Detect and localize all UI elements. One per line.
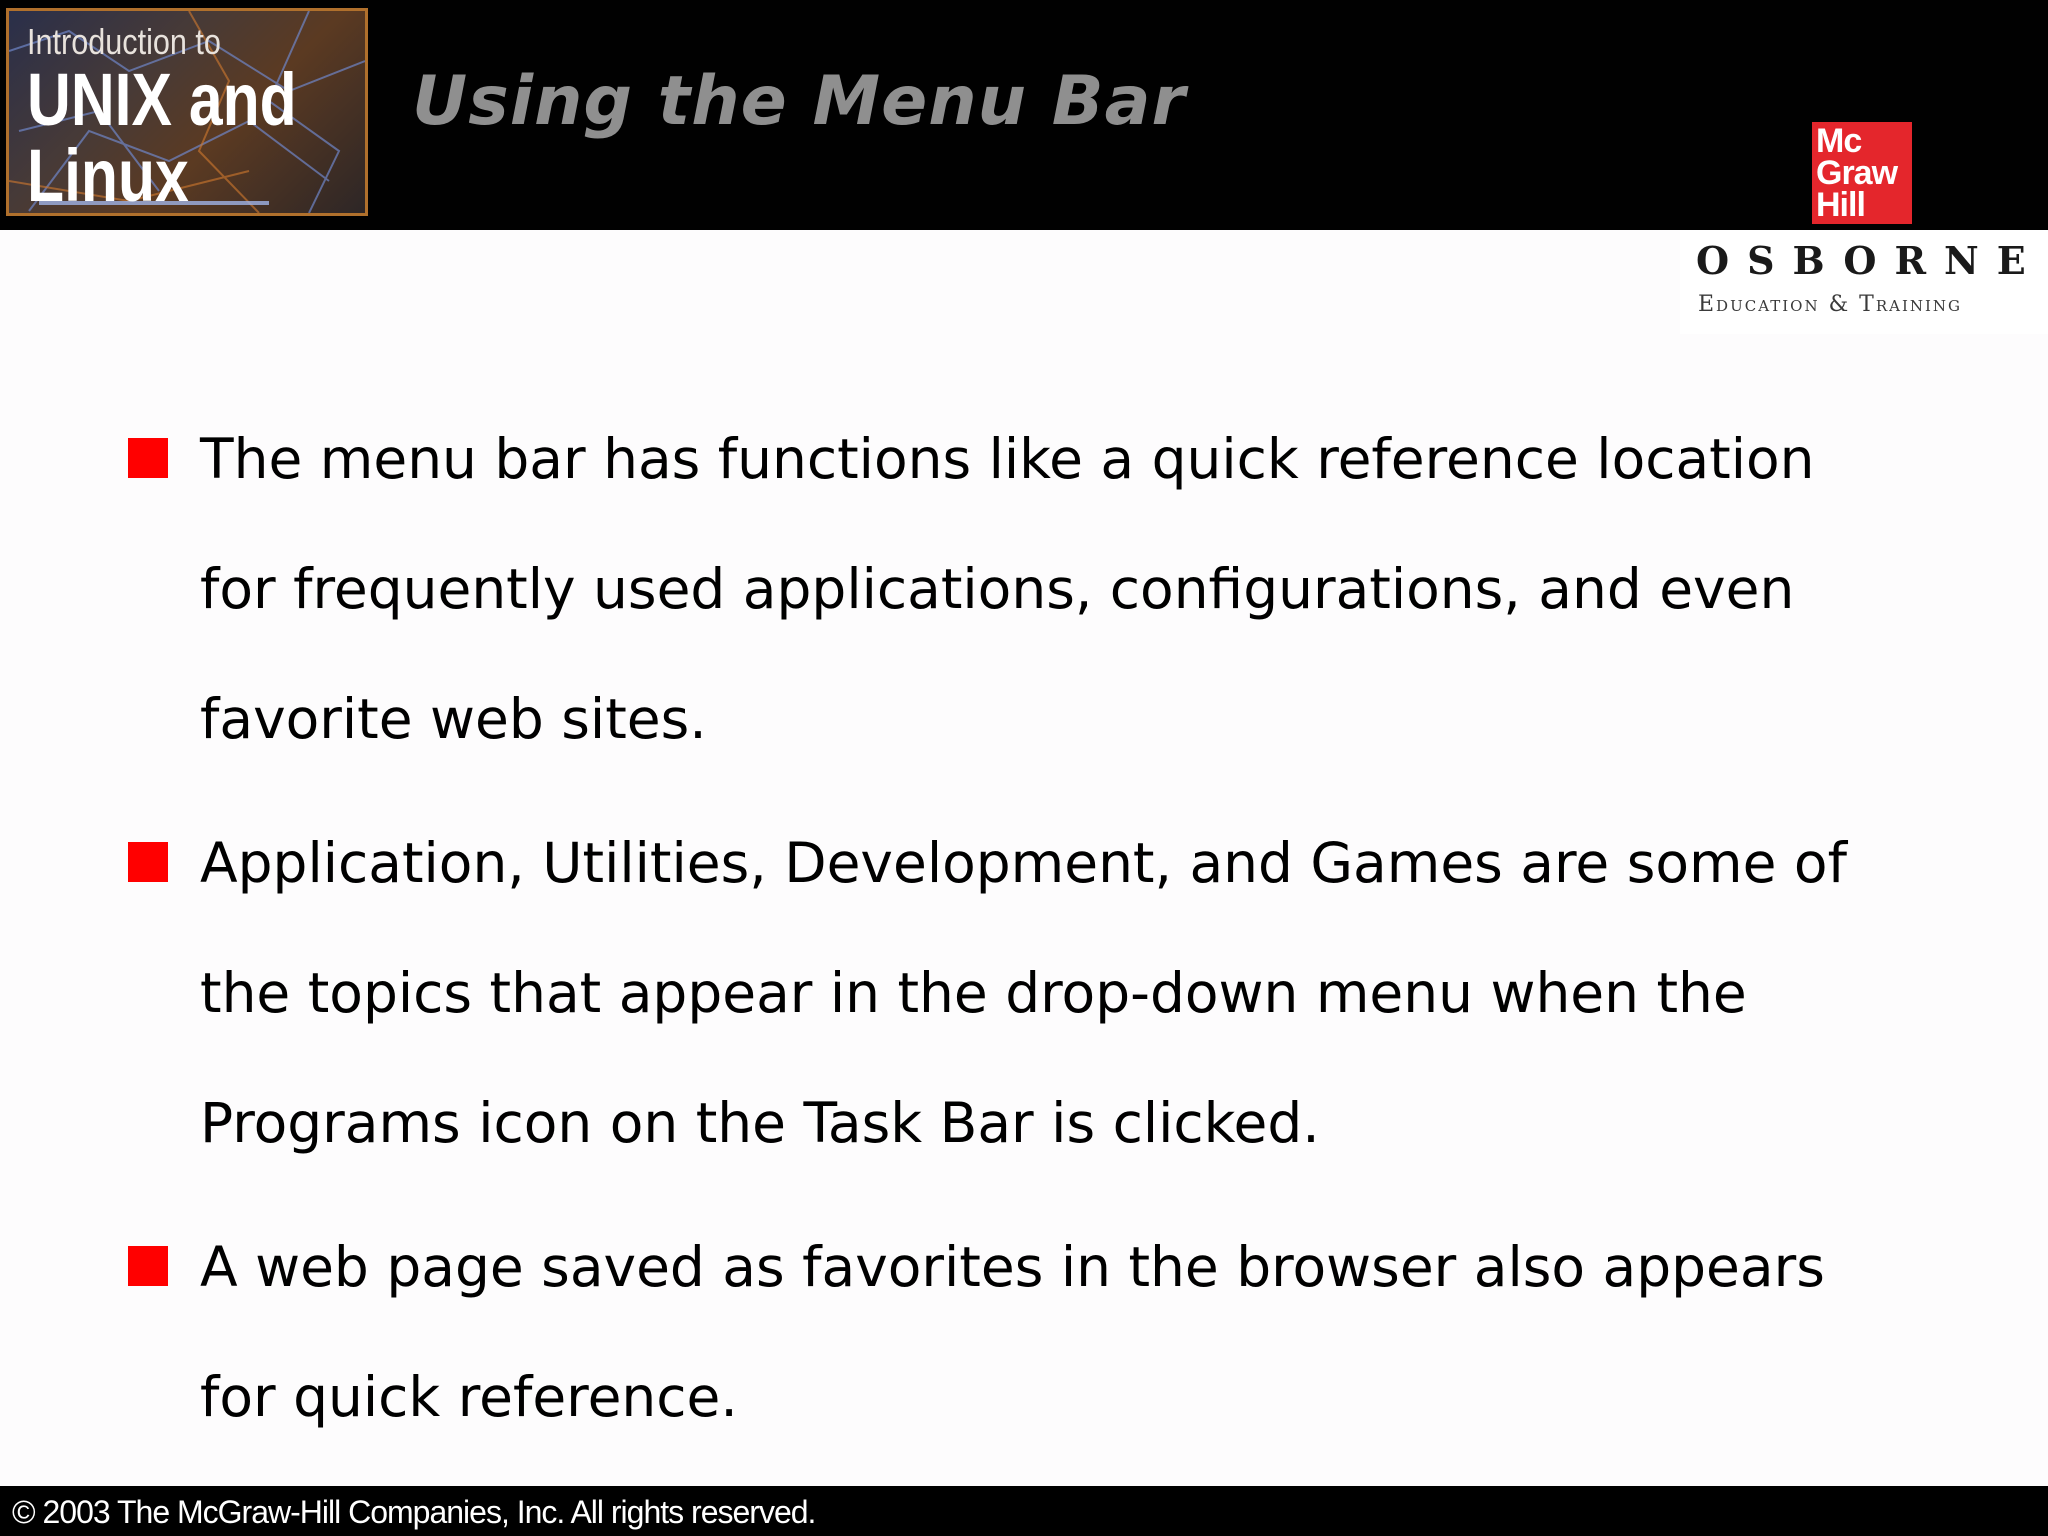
osborne-logo: OSBORNE Education & Training (1680, 230, 2048, 334)
bullet-text-line: The menu bar has functions like a quick … (200, 427, 1815, 491)
bullet-text-line: the topics that appear in the drop-down … (200, 961, 1747, 1025)
bullet-text-line: Application, Utilities, Development, and… (200, 831, 1847, 895)
book-cover-logo: Introduction to UNIX and Linux (6, 8, 368, 216)
book-logo-line-1: Introduction to (27, 21, 221, 62)
bullet-marker-icon (128, 438, 168, 478)
bullet-marker-icon (128, 1246, 168, 1286)
book-logo-line-2: UNIX and (27, 58, 297, 141)
badge-line-1: Mc (1816, 122, 1862, 160)
header-bar: Introduction to UNIX and Linux Using the… (0, 0, 2048, 230)
osborne-imprint-tagline: Education & Training (1698, 292, 1963, 317)
footer-bar: © 2003 The McGraw-Hill Companies, Inc. A… (0, 1486, 2048, 1536)
badge-line-3: Hill (1816, 186, 1866, 224)
copyright-notice: © 2003 The McGraw-Hill Companies, Inc. A… (12, 1494, 816, 1530)
bullet-text-line: for frequently used applications, config… (200, 557, 1795, 621)
bullet-text-line: Programs icon on the Task Bar is clicked… (200, 1091, 1320, 1155)
mcgraw-hill-badge: Mc Graw Hill (1812, 122, 1912, 224)
osborne-imprint-name: OSBORNE (1696, 238, 2044, 283)
badge-line-2: Graw (1816, 154, 1898, 192)
bullet-marker-icon (128, 842, 168, 882)
book-logo-line-3: Linux (27, 134, 189, 216)
bullet-text-line: A web page saved as favorites in the bro… (200, 1235, 1825, 1299)
bullet-text-line: for quick reference. (200, 1365, 738, 1429)
bullet-text-line: favorite web sites. (200, 687, 707, 751)
slide-title: Using the Menu Bar (412, 62, 1187, 141)
